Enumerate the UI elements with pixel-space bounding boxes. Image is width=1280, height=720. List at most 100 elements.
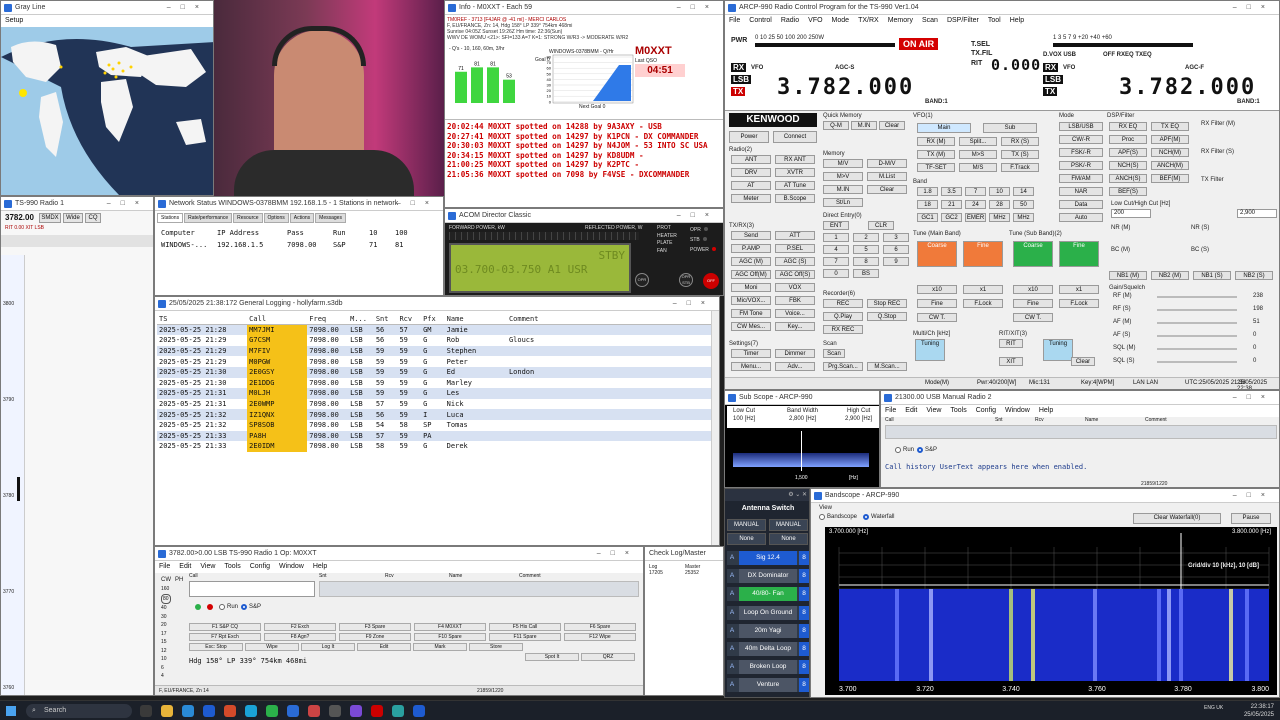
settings-icon[interactable] — [329, 705, 341, 717]
network-tab[interactable]: Stations — [157, 213, 184, 223]
menu-item[interactable]: VFO — [808, 17, 822, 24]
menu-item[interactable]: File — [729, 17, 740, 24]
network-tabs[interactable]: Stations Rate/performance Resource Options A… — [157, 212, 347, 223]
panel-button[interactable]: Prg.Scan... — [823, 362, 863, 371]
antenna-name[interactable]: 40m Delta Loop — [739, 642, 797, 656]
menu-item[interactable]: Help — [1010, 17, 1024, 24]
panel-button[interactable]: Fine — [963, 241, 1003, 267]
antenna-list[interactable]: A Sig 12.4 8 A DX Dominator 8 A 40/80- Fan 8 A Loo… — [727, 551, 809, 697]
window-controls[interactable]: –□× — [677, 1, 719, 14]
slider-track[interactable] — [1157, 322, 1237, 324]
run-radio[interactable] — [219, 604, 225, 610]
panel-button[interactable]: F.Lock — [1059, 299, 1099, 308]
highcut-input[interactable]: 2,900 — [1237, 209, 1277, 218]
bandscope-display[interactable]: 3.700.000 [Hz] 3.800.000 [Hz] Grid/div 1… — [825, 527, 1277, 695]
acom-opr-button[interactable]: OPR — [635, 273, 649, 287]
panel-button[interactable]: 3.5 — [941, 187, 962, 196]
panel-button[interactable]: NB2 (M) — [1151, 271, 1189, 280]
panel-button[interactable]: APF(M) — [1151, 135, 1189, 144]
manual-menu[interactable]: File Edit View Tools Config Window Help — [881, 405, 1279, 417]
spreadsheet-icon[interactable] — [266, 705, 278, 717]
antenna-manual-b[interactable]: MANUAL — [769, 519, 808, 531]
panel-button[interactable]: CW T. — [1013, 313, 1053, 322]
antenna-row[interactable]: A Venture 8 — [727, 678, 809, 693]
windows-start-icon[interactable] — [6, 706, 16, 716]
panel-button[interactable]: BS — [853, 269, 879, 278]
panel-button[interactable]: M.IN — [823, 185, 863, 194]
function-key[interactable]: F5 His Call — [489, 623, 561, 631]
arcp-titlebar[interactable]: ARCP-990 Radio Control Program for the T… — [725, 1, 1279, 15]
menu-item[interactable]: Edit — [179, 563, 191, 570]
function-key[interactable]: Store — [469, 643, 523, 651]
panel-button[interactable]: CW T. — [917, 313, 957, 322]
panel-button[interactable]: Coarse — [917, 241, 957, 267]
log-col-header[interactable]: Pfx — [421, 314, 445, 326]
panel-button[interactable]: M.List — [867, 172, 907, 181]
panel-button[interactable]: LSB/USB — [1059, 122, 1103, 131]
panel-button[interactable]: GC2 — [941, 213, 962, 222]
menu-setup[interactable]: Setup — [5, 17, 23, 24]
log-row[interactable]: 2025-05-25 21:28 MM7JMI 7098.00 LSB 56 57 GM Ja… — [157, 324, 711, 336]
log-col-header[interactable]: TS — [157, 314, 248, 326]
panel-button[interactable]: 14 — [1013, 187, 1034, 196]
panel-button[interactable]: M/V — [823, 159, 863, 168]
taskbar-clock[interactable]: 22:38:17 25/05/2025 — [1230, 703, 1274, 719]
log-table[interactable]: TS Call Freq M... Snt Rcv Pfx Name Comment 2025-… — [157, 314, 711, 452]
arcp-menu[interactable]: File Control Radio VFO Mode TX/RX Memory Scan DS… — [725, 15, 1279, 27]
menu-item[interactable]: Help — [313, 563, 327, 570]
call-input[interactable] — [189, 581, 315, 597]
log-col-header[interactable]: Freq — [307, 314, 349, 326]
antenna-row[interactable]: A 20m Yagi 8 — [727, 623, 809, 638]
antenna-name[interactable]: 40/80- Fan — [739, 587, 797, 602]
panel-button[interactable]: AGC (S) — [775, 257, 815, 266]
panel-button[interactable]: AT Tune — [775, 181, 815, 190]
log-row[interactable]: 2025-05-25 21:30 2E1DDG 7098.00 LSB 59 59 G Mar… — [157, 377, 711, 389]
panel-button[interactable]: Proc — [1109, 135, 1147, 144]
antenna-row[interactable]: A Broken Loop 8 — [727, 660, 809, 675]
menu-item[interactable]: View — [926, 407, 941, 414]
panel-button[interactable]: NCH(M) — [1151, 148, 1189, 157]
panel-button[interactable]: NB1 (M) — [1109, 271, 1147, 280]
panel-button[interactable]: GC1 — [917, 213, 938, 222]
panel-button[interactable]: ANT — [731, 155, 771, 164]
antenna-name[interactable]: 20m Yagi — [739, 623, 797, 638]
panel-button[interactable]: 1 — [823, 233, 849, 242]
spot-entry[interactable]: 20:30:03 M0XXT spotted on 14297 by N4JOM… — [447, 141, 708, 151]
pause-button[interactable]: Pause — [1231, 513, 1271, 524]
band-item[interactable]: 80 — [161, 593, 171, 604]
panel-button[interactable]: FM/AM — [1059, 174, 1103, 183]
app-icon[interactable] — [287, 705, 299, 717]
menu-item[interactable]: DSP/Filter — [947, 17, 979, 24]
function-key[interactable]: QRZ — [581, 653, 635, 661]
panel-button[interactable]: Data — [1059, 200, 1103, 209]
gear-icon[interactable]: ⚙ ⌄ ✕ — [788, 492, 807, 498]
log-col-header[interactable]: M... — [348, 314, 374, 326]
panel-button[interactable]: 7 — [965, 187, 986, 196]
log-col-header[interactable]: Call — [247, 314, 308, 326]
panel-button[interactable]: PSK/-R — [1059, 161, 1103, 170]
panel-button[interactable]: Sub — [983, 123, 1037, 133]
menu-item[interactable]: Tools — [224, 563, 240, 570]
window-controls[interactable]: –□× — [1233, 391, 1275, 404]
panel-button[interactable]: ANCH(S) — [1109, 174, 1147, 183]
panel-button[interactable]: EMER — [965, 213, 986, 222]
panel-button[interactable]: F.Lock — [963, 299, 1003, 308]
menu-item[interactable]: Help — [1039, 407, 1053, 414]
function-key[interactable]: F11 Spare — [489, 633, 561, 641]
panel-button[interactable]: Auto — [1059, 213, 1103, 222]
panel-button[interactable]: BEF(M) — [1151, 174, 1189, 183]
panel-button[interactable]: RX (S) — [1001, 137, 1039, 146]
manual-titlebar[interactable]: 21300.00 USB Manual Radio 2 –□× — [881, 391, 1279, 405]
slider-track[interactable] — [1157, 361, 1237, 363]
connect-button[interactable]: Connect — [773, 131, 817, 143]
function-key[interactable]: F8 Agn? — [264, 633, 336, 641]
antenna-row[interactable]: A 40m Delta Loop 8 — [727, 642, 809, 656]
panel-button[interactable]: Clear — [1071, 357, 1095, 366]
panel-button[interactable]: APF(S) — [1109, 148, 1147, 157]
panel-button[interactable]: Adv... — [775, 362, 815, 371]
log-row[interactable]: 2025-05-25 21:29 M0PGW 7098.00 LSB 59 59 G Pete… — [157, 356, 711, 367]
panel-button[interactable]: B.Scope — [775, 194, 815, 203]
waterfall-radio[interactable] — [863, 514, 869, 520]
panel-button[interactable]: RX (M) — [917, 137, 955, 146]
panel-button[interactable]: 5 — [853, 245, 879, 254]
